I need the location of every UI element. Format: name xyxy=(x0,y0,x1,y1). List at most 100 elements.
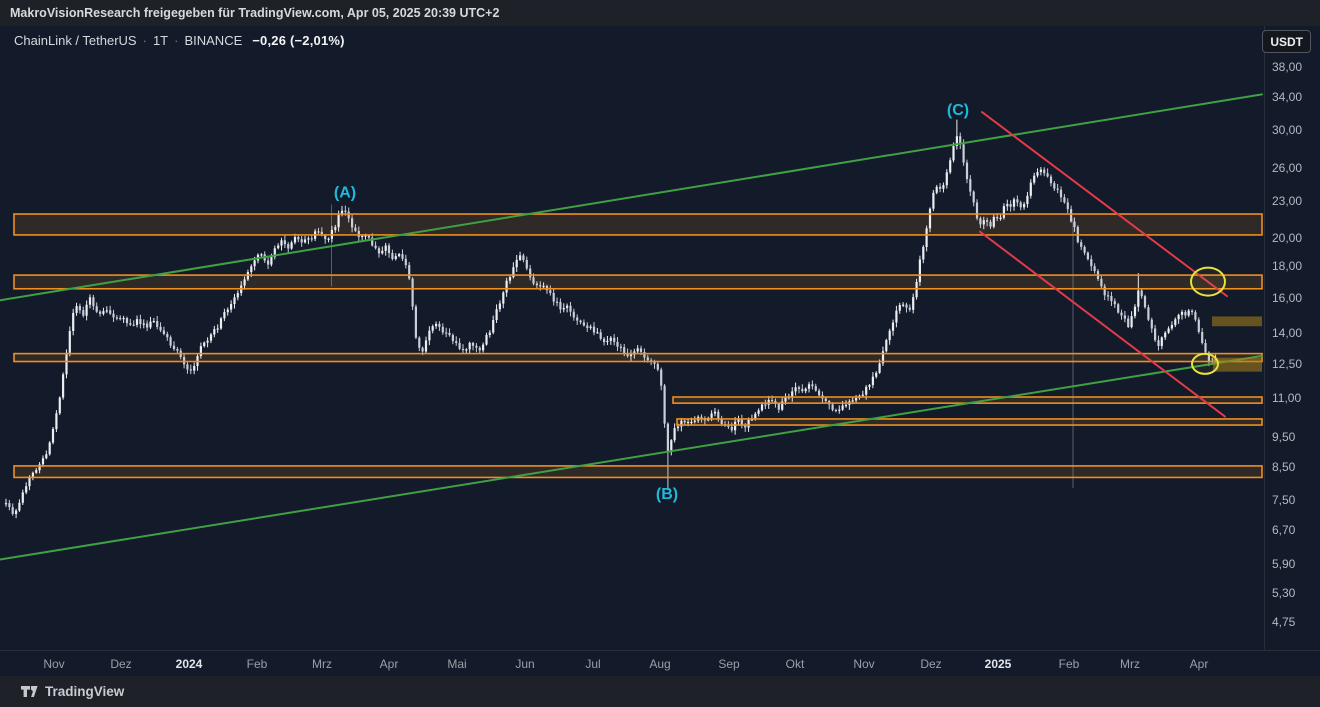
candle xyxy=(55,413,57,429)
candle xyxy=(18,503,20,511)
symbol-header: ChainLink / TetherUS·1T·BINANCE−0,26 (−2… xyxy=(14,33,345,48)
candle xyxy=(818,391,820,396)
candle xyxy=(885,340,887,351)
currency-toggle-button[interactable]: USDT xyxy=(1262,30,1311,53)
candle xyxy=(845,405,847,406)
candle xyxy=(553,293,555,302)
candle xyxy=(143,324,145,325)
candle xyxy=(65,353,67,375)
candle xyxy=(12,507,14,514)
candle xyxy=(270,257,272,265)
price-axis[interactable]: 38,0034,0030,0026,0023,0020,0018,0016,00… xyxy=(1264,26,1320,650)
candle xyxy=(348,212,350,219)
price-chart-canvas[interactable]: (A)(B)(C) xyxy=(0,26,1264,650)
candle xyxy=(1030,183,1032,196)
candle xyxy=(1043,170,1045,174)
candle xyxy=(1016,199,1018,202)
candle xyxy=(146,324,148,328)
candle xyxy=(8,503,10,507)
candle xyxy=(1040,170,1042,173)
price-tick: 18,00 xyxy=(1272,259,1302,273)
candle xyxy=(1127,319,1129,327)
candle xyxy=(889,331,891,340)
candle xyxy=(559,302,561,309)
candle xyxy=(425,340,427,351)
candle xyxy=(354,228,356,231)
price-tick: 34,00 xyxy=(1272,90,1302,104)
candle xyxy=(79,306,81,310)
candle xyxy=(862,395,864,396)
candle xyxy=(1198,320,1200,332)
price-tick: 30,00 xyxy=(1272,123,1302,137)
candle xyxy=(532,277,534,283)
candle xyxy=(297,237,299,239)
candle xyxy=(952,146,954,160)
candle xyxy=(855,398,857,400)
candle xyxy=(1013,199,1015,206)
descending-channel-upper-trendline xyxy=(982,112,1227,296)
candle xyxy=(139,319,141,324)
candle xyxy=(1000,218,1002,219)
candle xyxy=(842,406,844,410)
candle xyxy=(160,327,162,331)
candle xyxy=(479,348,481,351)
candle xyxy=(1006,204,1008,206)
candle xyxy=(338,215,340,227)
candle xyxy=(49,443,51,455)
candle xyxy=(317,231,319,232)
time-tick: Apr xyxy=(380,657,399,671)
candle xyxy=(432,326,434,331)
candle xyxy=(156,321,158,327)
candle xyxy=(284,240,286,244)
candle xyxy=(388,246,390,254)
time-tick: Dez xyxy=(920,657,941,671)
wave-label: (B) xyxy=(656,486,678,503)
candle xyxy=(254,260,256,266)
symbol-name[interactable]: ChainLink / TetherUS xyxy=(14,33,137,48)
time-axis[interactable]: NovDez2024FebMrzAprMaiJunJulAugSepOktNov… xyxy=(0,650,1320,676)
candle xyxy=(472,343,474,346)
candle xyxy=(1094,266,1096,271)
candle xyxy=(1114,301,1116,304)
candle xyxy=(1164,333,1166,338)
candle xyxy=(99,312,101,314)
time-tick: Mrz xyxy=(1120,657,1140,671)
candle xyxy=(129,323,131,325)
candle xyxy=(391,253,393,259)
candle xyxy=(506,281,508,293)
candle xyxy=(905,305,907,308)
candle xyxy=(976,203,978,219)
candle xyxy=(435,324,437,326)
interval-value[interactable]: 1T xyxy=(153,33,168,48)
candle xyxy=(76,306,78,313)
candle xyxy=(519,255,521,260)
candle xyxy=(909,308,911,310)
candle xyxy=(1033,176,1035,183)
exchange-name[interactable]: BINANCE xyxy=(184,33,242,48)
tradingview-logo-text[interactable]: TradingView xyxy=(45,684,124,699)
candle xyxy=(600,332,602,339)
candle xyxy=(613,338,615,342)
candle xyxy=(428,331,430,341)
candle xyxy=(1204,343,1206,352)
candle xyxy=(1060,190,1062,198)
candle xyxy=(173,346,175,349)
candle xyxy=(1154,329,1156,341)
candle xyxy=(549,290,551,293)
candle xyxy=(778,404,780,410)
candle xyxy=(5,503,7,504)
target-box xyxy=(1213,358,1262,372)
price-tick: 23,00 xyxy=(1272,194,1302,208)
candle xyxy=(986,220,988,222)
candle xyxy=(637,348,639,351)
candle xyxy=(784,398,786,402)
annotations-layer: (A)(B)(C) xyxy=(334,102,1262,503)
price-change: −0,26 (−2,01%) xyxy=(252,33,344,48)
candle xyxy=(983,220,985,224)
header-separator: · xyxy=(174,33,178,48)
time-tick: Apr xyxy=(1190,657,1209,671)
tradingview-logo-icon[interactable] xyxy=(21,685,38,698)
candle xyxy=(408,265,410,279)
candle xyxy=(311,238,313,239)
supply-demand-zone-fill xyxy=(14,275,1262,289)
